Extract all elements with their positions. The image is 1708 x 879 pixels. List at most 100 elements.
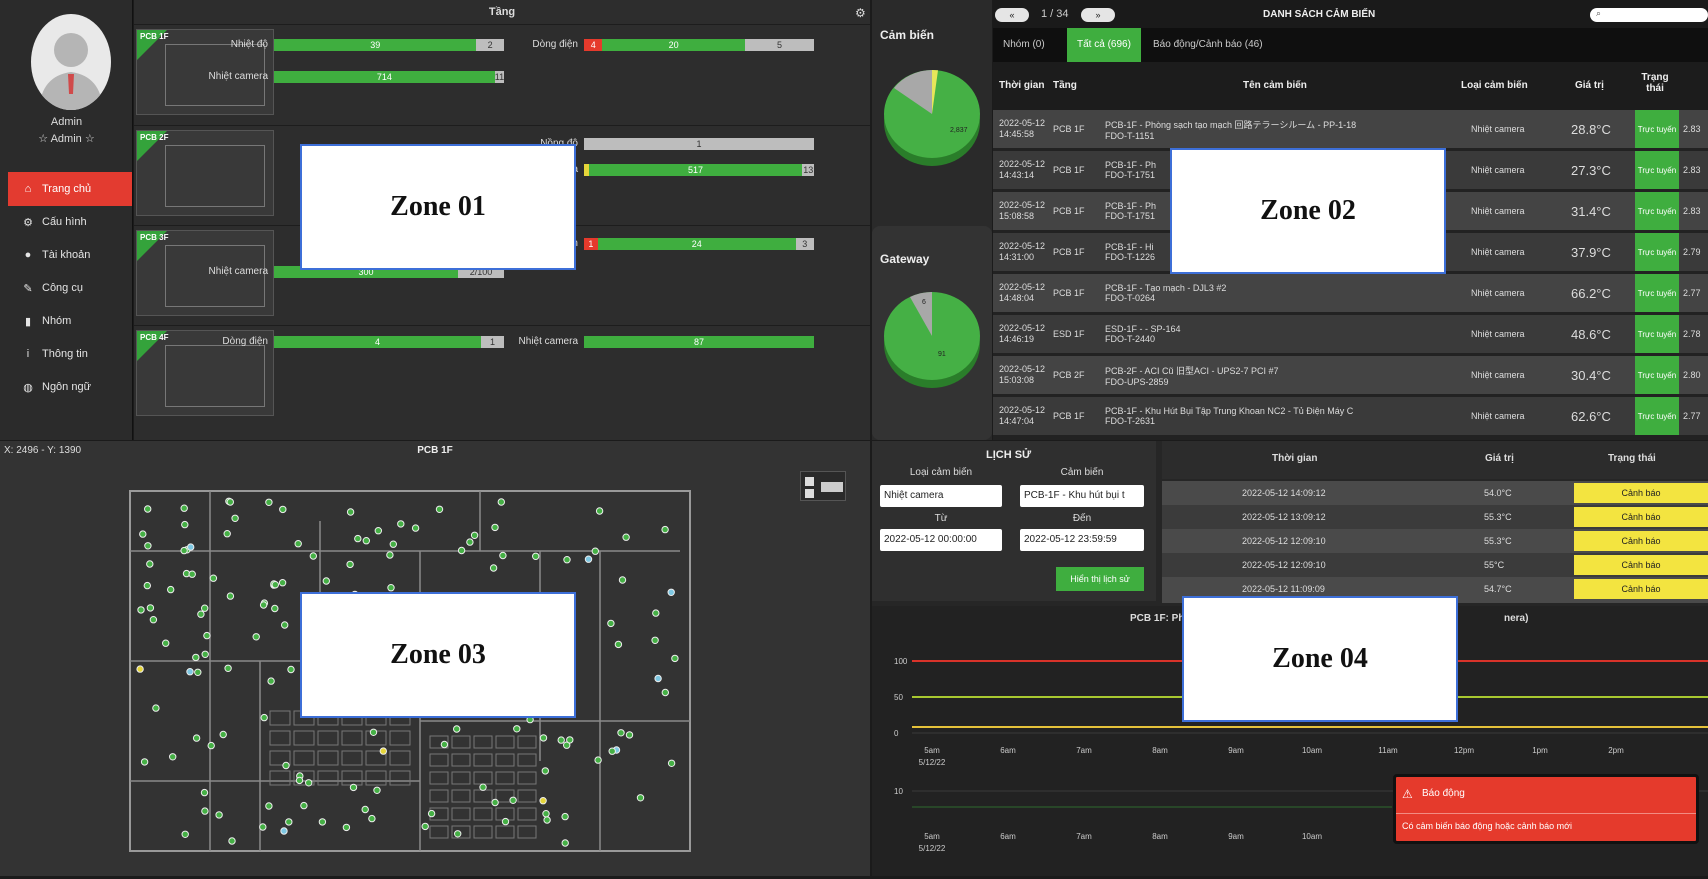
next-page-button[interactable]: » — [1081, 8, 1115, 22]
sensor-count-bar[interactable]: 87 — [584, 336, 814, 348]
history-row[interactable]: 2022-05-12 13:09:12 55.3°C Cảnh báo — [1162, 505, 1708, 531]
sidebar-item-5[interactable]: i Thông tin — [8, 337, 132, 371]
sensor-marker[interactable] — [532, 552, 540, 561]
sensor-marker[interactable] — [387, 584, 395, 592]
sidebar-item-2[interactable]: ● Tài khoản — [8, 238, 132, 272]
sensor-marker[interactable] — [509, 796, 517, 804]
sensor-marker[interactable] — [200, 788, 209, 797]
sensor-marker[interactable] — [491, 523, 499, 532]
sensor-marker[interactable] — [595, 507, 604, 515]
sensor-marker[interactable] — [594, 756, 602, 764]
sensor-marker[interactable] — [223, 530, 231, 538]
sensor-marker[interactable] — [618, 576, 627, 584]
sensor-marker[interactable] — [279, 505, 287, 514]
sensor-marker[interactable] — [209, 574, 218, 582]
sensor-marker[interactable] — [470, 531, 479, 540]
sensor-marker[interactable] — [309, 552, 318, 560]
sensor-marker[interactable] — [137, 606, 145, 614]
sensor-marker[interactable] — [318, 818, 327, 826]
sensor-marker[interactable] — [169, 753, 177, 761]
sensor-marker[interactable] — [457, 546, 466, 555]
sensor-marker[interactable] — [614, 640, 623, 649]
history-row[interactable]: 2022-05-12 12:09:10 55°C Cảnh báo — [1162, 553, 1708, 579]
sidebar-item-0[interactable]: ⌂ Trang chủ — [8, 172, 132, 206]
sensor-marker[interactable] — [228, 837, 236, 845]
table-row[interactable]: 2022-05-12 14:47:04 PCB 1F PCB-1F - Khu Hú… — [993, 397, 1708, 435]
sensor-marker[interactable] — [561, 839, 569, 847]
sensor-marker[interactable] — [252, 633, 260, 641]
sensor-marker[interactable] — [259, 601, 268, 609]
sensor-marker[interactable] — [144, 542, 152, 550]
sensor-marker[interactable] — [466, 538, 474, 546]
sensor-marker[interactable] — [143, 581, 151, 590]
sensor-marker[interactable] — [667, 588, 675, 597]
sensor-marker[interactable] — [215, 811, 223, 819]
sensor-marker[interactable] — [499, 551, 507, 560]
sensor-marker[interactable] — [661, 525, 669, 534]
sensor-marker[interactable] — [346, 508, 355, 516]
sensor-marker[interactable] — [389, 540, 397, 548]
sensor-marker[interactable] — [397, 520, 405, 528]
sensor-marker[interactable] — [265, 802, 273, 810]
sensor-marker[interactable] — [201, 650, 209, 659]
sidebar-item-1[interactable]: ⚙ Cấu hình — [8, 205, 132, 239]
sensor-marker[interactable] — [271, 581, 280, 589]
sensor-marker[interactable] — [539, 797, 547, 805]
table-row[interactable]: 2022-05-12 14:45:58 PCB 1F PCB-1F - Phòng … — [993, 110, 1708, 148]
history-row[interactable]: 2022-05-12 14:09:12 54.0°C Cảnh báo — [1162, 481, 1708, 507]
sensor-marker[interactable] — [667, 759, 676, 767]
sensor-marker[interactable] — [379, 747, 387, 755]
sensor-marker[interactable] — [203, 631, 211, 640]
sensor-marker[interactable] — [652, 609, 660, 617]
sensor-marker[interactable] — [608, 747, 616, 755]
sensor-marker[interactable] — [373, 786, 381, 794]
sensor-marker[interactable] — [149, 616, 158, 624]
sensor-marker[interactable] — [295, 776, 304, 785]
sensor-type-select[interactable]: Nhiệt camera — [880, 485, 1002, 507]
sensor-marker[interactable] — [440, 740, 449, 749]
sensor-marker[interactable] — [561, 812, 569, 821]
from-date-input[interactable]: 2022-05-12 00:00:00 — [880, 529, 1002, 551]
sensor-marker[interactable] — [201, 807, 209, 815]
sensor-marker[interactable] — [349, 783, 358, 792]
to-date-input[interactable]: 2022-05-12 23:59:59 — [1020, 529, 1144, 551]
sensor-marker[interactable] — [181, 830, 189, 838]
sensor-marker[interactable] — [543, 816, 551, 824]
sensor-marker[interactable] — [346, 560, 354, 569]
sensor-marker[interactable] — [197, 610, 205, 618]
sensor-count-bar[interactable]: 39 2 — [274, 39, 504, 51]
sensor-marker[interactable] — [146, 560, 154, 568]
sensor-marker[interactable] — [144, 505, 152, 513]
prev-page-button[interactable]: « — [995, 8, 1029, 22]
sensor-marker[interactable] — [421, 822, 429, 831]
sensor-marker[interactable] — [322, 577, 331, 585]
sensor-marker[interactable] — [625, 731, 634, 739]
sensor-marker[interactable] — [280, 827, 288, 835]
tab-alarm-warning[interactable]: Báo động/Cảnh báo (46) — [1143, 28, 1273, 62]
sensor-count-bar[interactable]: 714 11 — [274, 71, 504, 83]
sensor-marker[interactable] — [162, 639, 170, 647]
sensor-marker[interactable] — [259, 823, 267, 831]
map-zoom-control[interactable] — [800, 471, 846, 501]
sensor-marker[interactable] — [427, 809, 436, 818]
sensor-marker[interactable] — [368, 814, 376, 823]
sensor-marker[interactable] — [501, 817, 510, 826]
sensor-marker[interactable] — [453, 725, 461, 733]
sensor-marker[interactable] — [294, 540, 302, 548]
sensor-marker[interactable] — [180, 504, 188, 512]
sensor-marker[interactable] — [265, 498, 273, 506]
sensor-marker[interactable] — [654, 674, 662, 683]
search-input[interactable]: ⌕ — [1590, 8, 1708, 22]
floor-thumbnail[interactable]: PCB 2F — [136, 130, 274, 216]
sensor-marker[interactable] — [342, 823, 351, 832]
sensor-marker[interactable] — [479, 783, 487, 791]
sensor-marker[interactable] — [636, 794, 645, 802]
sensor-marker[interactable] — [187, 543, 195, 551]
sensor-marker[interactable] — [497, 498, 505, 506]
sensor-marker[interactable] — [563, 556, 571, 564]
sensor-marker[interactable] — [278, 579, 287, 587]
sidebar-item-4[interactable]: ▮ Nhóm — [8, 304, 132, 338]
table-row[interactable]: 2022-05-12 15:03:08 PCB 2F PCB-2F - ACI Cũ… — [993, 356, 1708, 394]
sensor-marker[interactable] — [260, 713, 268, 722]
sensor-marker[interactable] — [287, 665, 295, 674]
